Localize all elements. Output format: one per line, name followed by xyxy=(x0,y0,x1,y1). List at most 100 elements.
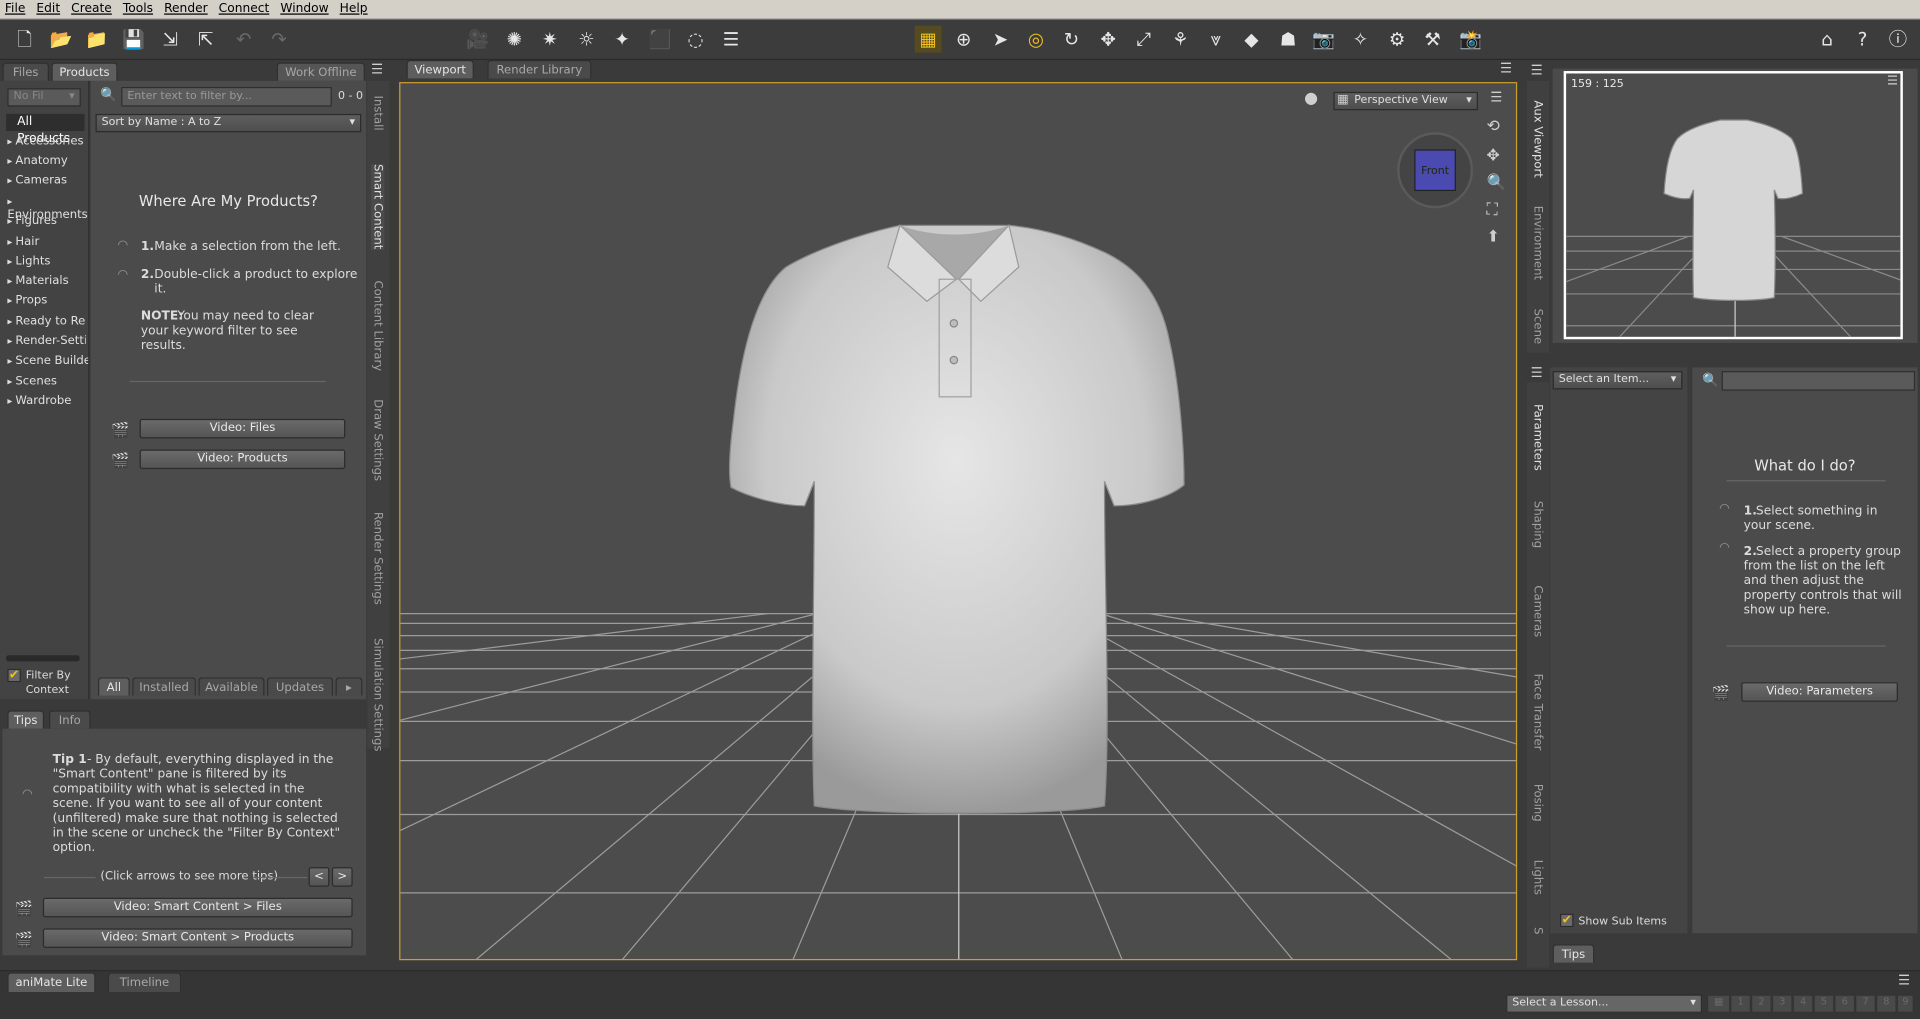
show-sub-items-checkbox[interactable]: ✔ xyxy=(1560,913,1574,928)
create-camera-icon[interactable]: 🎥 xyxy=(464,26,491,53)
lesson-page-9[interactable]: 9 xyxy=(1896,994,1914,1013)
tab-info[interactable]: Info xyxy=(48,710,91,729)
lesson-page-7[interactable]: 7 xyxy=(1855,994,1876,1013)
frame-icon[interactable]: ⛶ xyxy=(1487,201,1498,219)
home-icon[interactable]: ⌂ xyxy=(1813,26,1840,53)
vtab-lights[interactable]: Lights xyxy=(1531,860,1544,895)
render-camera-icon[interactable]: 📸 xyxy=(1457,26,1484,53)
next-tip-button[interactable]: > xyxy=(331,867,353,887)
lesson-page-5[interactable]: 5 xyxy=(1813,994,1835,1013)
vtab-content-library[interactable]: Content Library xyxy=(371,280,384,371)
shading-sphere-icon[interactable]: ● xyxy=(1304,89,1318,107)
pane-menu-icon[interactable]: ☰ xyxy=(1531,365,1543,381)
geometry-editor-icon[interactable]: ⩔ xyxy=(1202,26,1229,53)
tab-updates[interactable]: Updates xyxy=(266,677,334,696)
menu-window[interactable]: Window xyxy=(280,2,328,15)
tab-viewport[interactable]: Viewport xyxy=(406,60,474,79)
menu-render[interactable]: Render xyxy=(164,2,208,15)
tab-installed[interactable]: Installed xyxy=(132,677,196,696)
category-hair[interactable]: Hair xyxy=(7,235,39,248)
vtab-posing[interactable]: Posing xyxy=(1531,784,1544,822)
vtab-environment[interactable]: Environment xyxy=(1531,206,1544,280)
vtab-cameras[interactable]: Cameras xyxy=(1531,585,1544,637)
lesson-page-2[interactable]: 2 xyxy=(1751,994,1772,1013)
viewport-menu-icon[interactable]: ☰ xyxy=(1490,89,1502,105)
merge-folder-icon[interactable]: 📁 xyxy=(83,26,110,53)
light-wand-icon[interactable]: ✦ xyxy=(609,26,636,53)
vtab-smart-content[interactable]: Smart Content xyxy=(371,164,385,250)
perspective-view-select[interactable]: Perspective View xyxy=(1333,91,1478,111)
export-icon[interactable]: ⇱ xyxy=(192,26,219,53)
video-smart-content-products-button[interactable]: Video: Smart Content > Products xyxy=(42,928,353,948)
tab-files[interactable]: Files xyxy=(2,62,49,81)
universal-tool-icon[interactable]: ⊕ xyxy=(950,26,977,53)
lesson-grid-icon[interactable]: ▦ xyxy=(1706,994,1731,1013)
aux-menu-icon[interactable]: ☰ xyxy=(1887,75,1898,88)
select-lesson-dropdown[interactable]: Select a Lesson... xyxy=(1506,994,1703,1013)
lesson-page-4[interactable]: 4 xyxy=(1792,994,1814,1013)
filter-by-context-checkbox[interactable]: ✔ xyxy=(7,668,21,683)
vtab-scene[interactable]: Scene xyxy=(1531,309,1544,344)
vtab-parameters[interactable]: Parameters xyxy=(1531,404,1544,471)
view-cube[interactable]: Front xyxy=(1414,149,1456,192)
category-render-settings[interactable]: Render-Settin xyxy=(7,334,85,347)
tab-available[interactable]: Available xyxy=(198,677,265,696)
surface-selection-icon[interactable]: ◆ xyxy=(1238,26,1265,53)
category-anatomy[interactable]: Anatomy xyxy=(7,154,67,167)
tab-all[interactable]: All xyxy=(97,677,130,696)
menu-create[interactable]: Create xyxy=(71,2,112,15)
figure-tool-icon[interactable]: ☗ xyxy=(1275,26,1302,53)
import-icon[interactable]: ⇲ xyxy=(157,26,184,53)
camera-tool-icon[interactable]: 📷 xyxy=(1310,26,1337,53)
spotlight-icon[interactable]: ✺ xyxy=(501,26,528,53)
translate-tool-icon[interactable]: ✥ xyxy=(1095,26,1122,53)
category-lights[interactable]: Lights xyxy=(7,255,50,268)
vtab-face-transfer[interactable]: Face Transfer xyxy=(1531,674,1544,751)
vtab-render-settings[interactable]: Render Settings xyxy=(371,512,384,605)
render-icon[interactable]: ⚒ xyxy=(1419,26,1446,53)
select-item-dropdown[interactable]: Select an Item... xyxy=(1552,371,1683,390)
point-light-icon[interactable]: ✷ xyxy=(536,26,563,53)
pane-menu-icon[interactable]: ☰ xyxy=(371,61,383,77)
lesson-page-8[interactable]: 8 xyxy=(1875,994,1897,1013)
category-accessories[interactable]: Accessories xyxy=(7,135,83,148)
align-icon[interactable]: ☰ xyxy=(718,26,745,53)
pan-icon[interactable]: ✥ xyxy=(1487,147,1500,165)
open-folder-icon[interactable]: 📂 xyxy=(48,26,75,53)
tab-scroll-right[interactable]: ▸ xyxy=(335,677,363,696)
primitive-icon[interactable]: ⬛ xyxy=(647,26,674,53)
reset-view-icon[interactable]: ⬆ xyxy=(1487,228,1500,246)
select-tool-icon[interactable]: ➤ xyxy=(987,26,1014,53)
help-icon[interactable]: ⓘ xyxy=(1884,26,1911,53)
new-file-icon[interactable]: 🗋 xyxy=(11,26,38,53)
save-icon[interactable]: 💾 xyxy=(120,26,147,53)
lesson-page-3[interactable]: 3 xyxy=(1771,994,1793,1013)
distant-light-icon[interactable]: ☼ xyxy=(573,26,600,53)
lesson-page-1[interactable]: 1 xyxy=(1730,994,1752,1013)
menu-help[interactable]: Help xyxy=(340,2,368,15)
category-ready-to-render[interactable]: Ready to Ren xyxy=(7,315,85,328)
render-settings-icon[interactable]: ⚙ xyxy=(1384,26,1411,53)
vtab-shaping[interactable]: Shaping xyxy=(1531,501,1544,548)
previous-tip-button[interactable]: < xyxy=(308,867,330,887)
tab-timeline[interactable]: Timeline xyxy=(107,972,182,993)
vtab-aux-viewport[interactable]: Aux Viewport xyxy=(1531,100,1544,177)
orbit-icon[interactable]: ⟲ xyxy=(1487,118,1500,136)
rotate-tool-icon[interactable]: ↻ xyxy=(1058,26,1085,53)
null-node-icon[interactable]: ◌ xyxy=(682,26,709,53)
pick-tool-icon[interactable]: ✧ xyxy=(1347,26,1374,53)
menu-file[interactable]: File xyxy=(5,2,25,15)
undo-icon[interactable]: ↶ xyxy=(230,26,257,53)
tab-products[interactable]: Products xyxy=(51,62,118,81)
no-filter-select[interactable]: No Fil xyxy=(7,88,81,107)
tab-animate-lite[interactable]: aniMate Lite xyxy=(7,972,96,993)
menu-edit[interactable]: Edit xyxy=(36,2,60,15)
category-materials[interactable]: Materials xyxy=(7,274,68,287)
joint-editor-icon[interactable]: ⚘ xyxy=(1167,26,1194,53)
tab-render-library[interactable]: Render Library xyxy=(487,60,592,79)
tab-tips-right[interactable]: Tips xyxy=(1552,944,1595,963)
3d-viewport[interactable]: ● Perspective View ▦ ☰ Front ⟲ ✥ 🔍 ⛶ ⬆ xyxy=(399,82,1518,961)
video-files-button[interactable]: Video: Files xyxy=(139,418,346,439)
category-wardrobe[interactable]: Wardrobe xyxy=(7,394,71,407)
category-scene-builder[interactable]: Scene Builder xyxy=(7,354,88,367)
